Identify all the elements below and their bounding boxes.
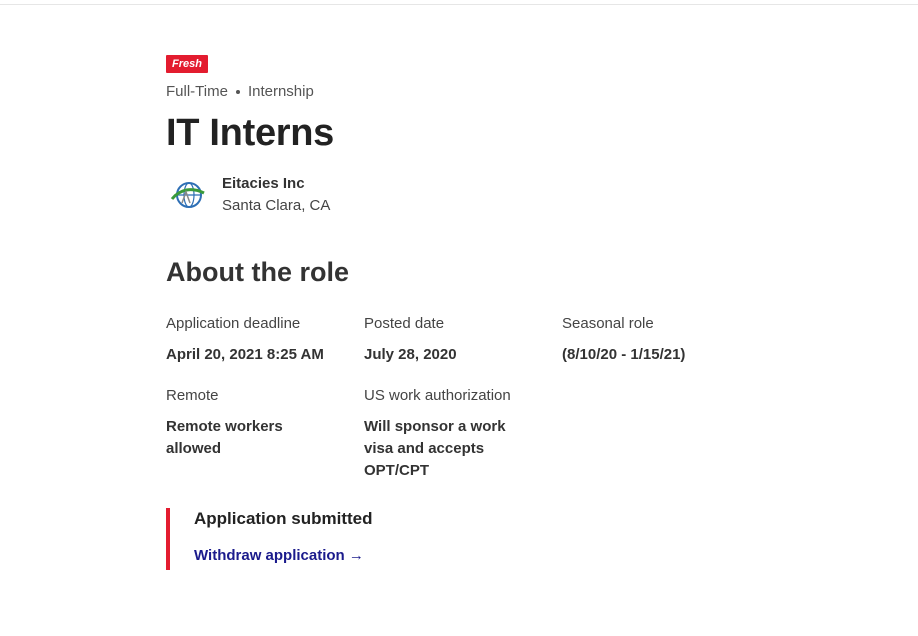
job-detail: Fresh Full-Time Internship IT Interns Ei… xyxy=(166,54,766,570)
job-type-internship: Internship xyxy=(247,82,314,100)
employer-block[interactable]: Eitacies Inc Santa Clara, CA xyxy=(166,173,766,217)
employer-text: Eitacies Inc Santa Clara, CA xyxy=(222,173,330,217)
separator-dot xyxy=(235,90,240,94)
field-label: US work authorization xyxy=(364,387,511,404)
application-status-panel: Application submitted Withdraw applicati… xyxy=(166,508,766,570)
job-types: Full-Time Internship xyxy=(166,81,766,101)
field-value: (8/10/20 - 1/15/21) xyxy=(562,346,686,363)
field-seasonal-role: Seasonal role (8/10/20 - 1/15/21) xyxy=(562,314,760,366)
employer-logo-icon[interactable] xyxy=(166,173,210,217)
field-application-deadline: Application deadline April 20, 2021 8:25… xyxy=(166,314,364,366)
field-posted-date: Posted date July 28, 2020 xyxy=(364,314,562,366)
about-role-heading: About the role xyxy=(166,257,349,287)
fresh-badge: Fresh xyxy=(166,55,208,73)
employer-location: Santa Clara, CA xyxy=(222,197,331,214)
field-value: Will sponsor a work visa and accepts OPT… xyxy=(364,418,506,479)
job-type-fulltime: Full-Time xyxy=(166,82,228,100)
field-remote: Remote Remote workers allowed xyxy=(166,386,364,482)
field-label: Remote xyxy=(166,387,219,404)
field-value: April 20, 2021 8:25 AM xyxy=(166,346,324,363)
field-label: Seasonal role xyxy=(562,315,654,332)
application-status: Application submitted xyxy=(194,509,373,528)
field-label: Application deadline xyxy=(166,315,301,332)
field-value: July 28, 2020 xyxy=(364,346,457,363)
withdraw-application-link[interactable]: Withdraw application → xyxy=(194,546,364,566)
role-details-grid: Application deadline April 20, 2021 8:25… xyxy=(166,314,766,482)
field-label: Posted date xyxy=(364,315,445,332)
employer-name[interactable]: Eitacies Inc xyxy=(222,173,330,195)
top-divider xyxy=(0,4,918,5)
field-value: Remote workers allowed xyxy=(166,418,283,457)
field-work-authorization: US work authorization Will sponsor a wor… xyxy=(364,386,562,482)
job-title: IT Interns xyxy=(166,112,335,154)
